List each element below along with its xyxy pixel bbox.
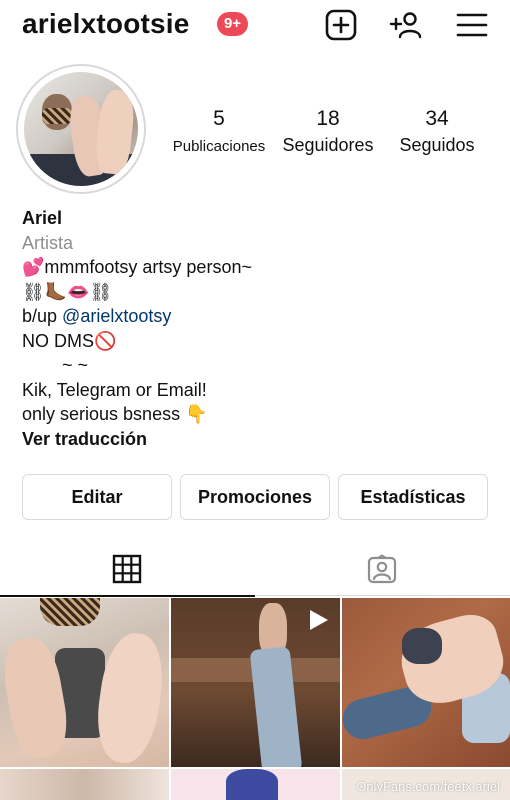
post-art [402,628,442,664]
post-art [91,629,169,767]
bio-line: Kik, Telegram or Email! [22,379,207,400]
post-thumbnail-video[interactable] [171,598,340,767]
posts-count[interactable]: 5 Publicaciones [169,106,269,158]
avatar[interactable] [16,64,146,194]
following-count[interactable]: 34 Seguidos [390,106,484,156]
bio-line-text: b/up [22,306,63,326]
profile-category: Artista [22,232,74,253]
profile-name: Ariel [22,208,63,228]
watermark-text: OnlyFans.com/feetx.ariel [356,779,500,794]
tab-grid[interactable] [0,544,255,597]
followers-count-value: 18 [316,107,340,130]
profile-bio: Ariel Artista 💕mmmfootsy artsy person~ ⛓… [22,206,492,451]
notification-badge[interactable]: 9+ [217,12,248,36]
post-thumbnail[interactable] [342,598,510,767]
avatar-mask [42,108,72,124]
mention-link[interactable]: @arielxtootsy [62,306,171,326]
post-art [40,598,100,626]
bio-line: ⛓🦶🏾👄⛓ [22,281,113,302]
following-count-label: Seguidos [399,135,475,155]
grid-icon [112,554,142,584]
following-count-value: 34 [425,107,449,130]
video-play-icon [310,610,328,630]
new-post-icon[interactable] [324,8,358,42]
tagged-icon [367,554,397,584]
followers-count-label: Seguidores [282,135,374,155]
posts-grid [0,598,510,800]
post-art [226,769,278,800]
bio-line-backup: b/up @arielxtootsy [22,304,492,329]
profile-username[interactable]: arielxtootsie [22,8,190,40]
promotions-button[interactable]: Promociones [180,474,330,520]
posts-count-value: 5 [213,107,225,130]
post-thumbnail[interactable] [171,769,340,800]
avatar-image [24,72,138,186]
tab-tagged[interactable] [255,544,510,596]
menu-icon[interactable] [455,8,489,42]
post-thumbnail[interactable] [0,769,169,800]
add-person-icon[interactable] [389,8,423,42]
bio-line: 💕mmmfootsy artsy person~ [22,257,252,277]
bio-line: only serious bsness 👇 [22,404,208,424]
see-translation-link[interactable]: Ver traducción [22,427,492,452]
posts-count-label: Publicaciones [172,138,266,155]
followers-count[interactable]: 18 Seguidores [276,106,380,156]
bio-line: NO DMS🚫 [22,330,117,351]
profile-tabs [0,544,510,597]
insights-button[interactable]: Estadísticas [338,474,488,520]
edit-profile-button[interactable]: Editar [22,474,172,520]
top-bar: arielxtootsie 9+ [0,0,510,52]
bio-line: ~ ~ [22,355,89,375]
post-thumbnail[interactable] [0,598,169,767]
